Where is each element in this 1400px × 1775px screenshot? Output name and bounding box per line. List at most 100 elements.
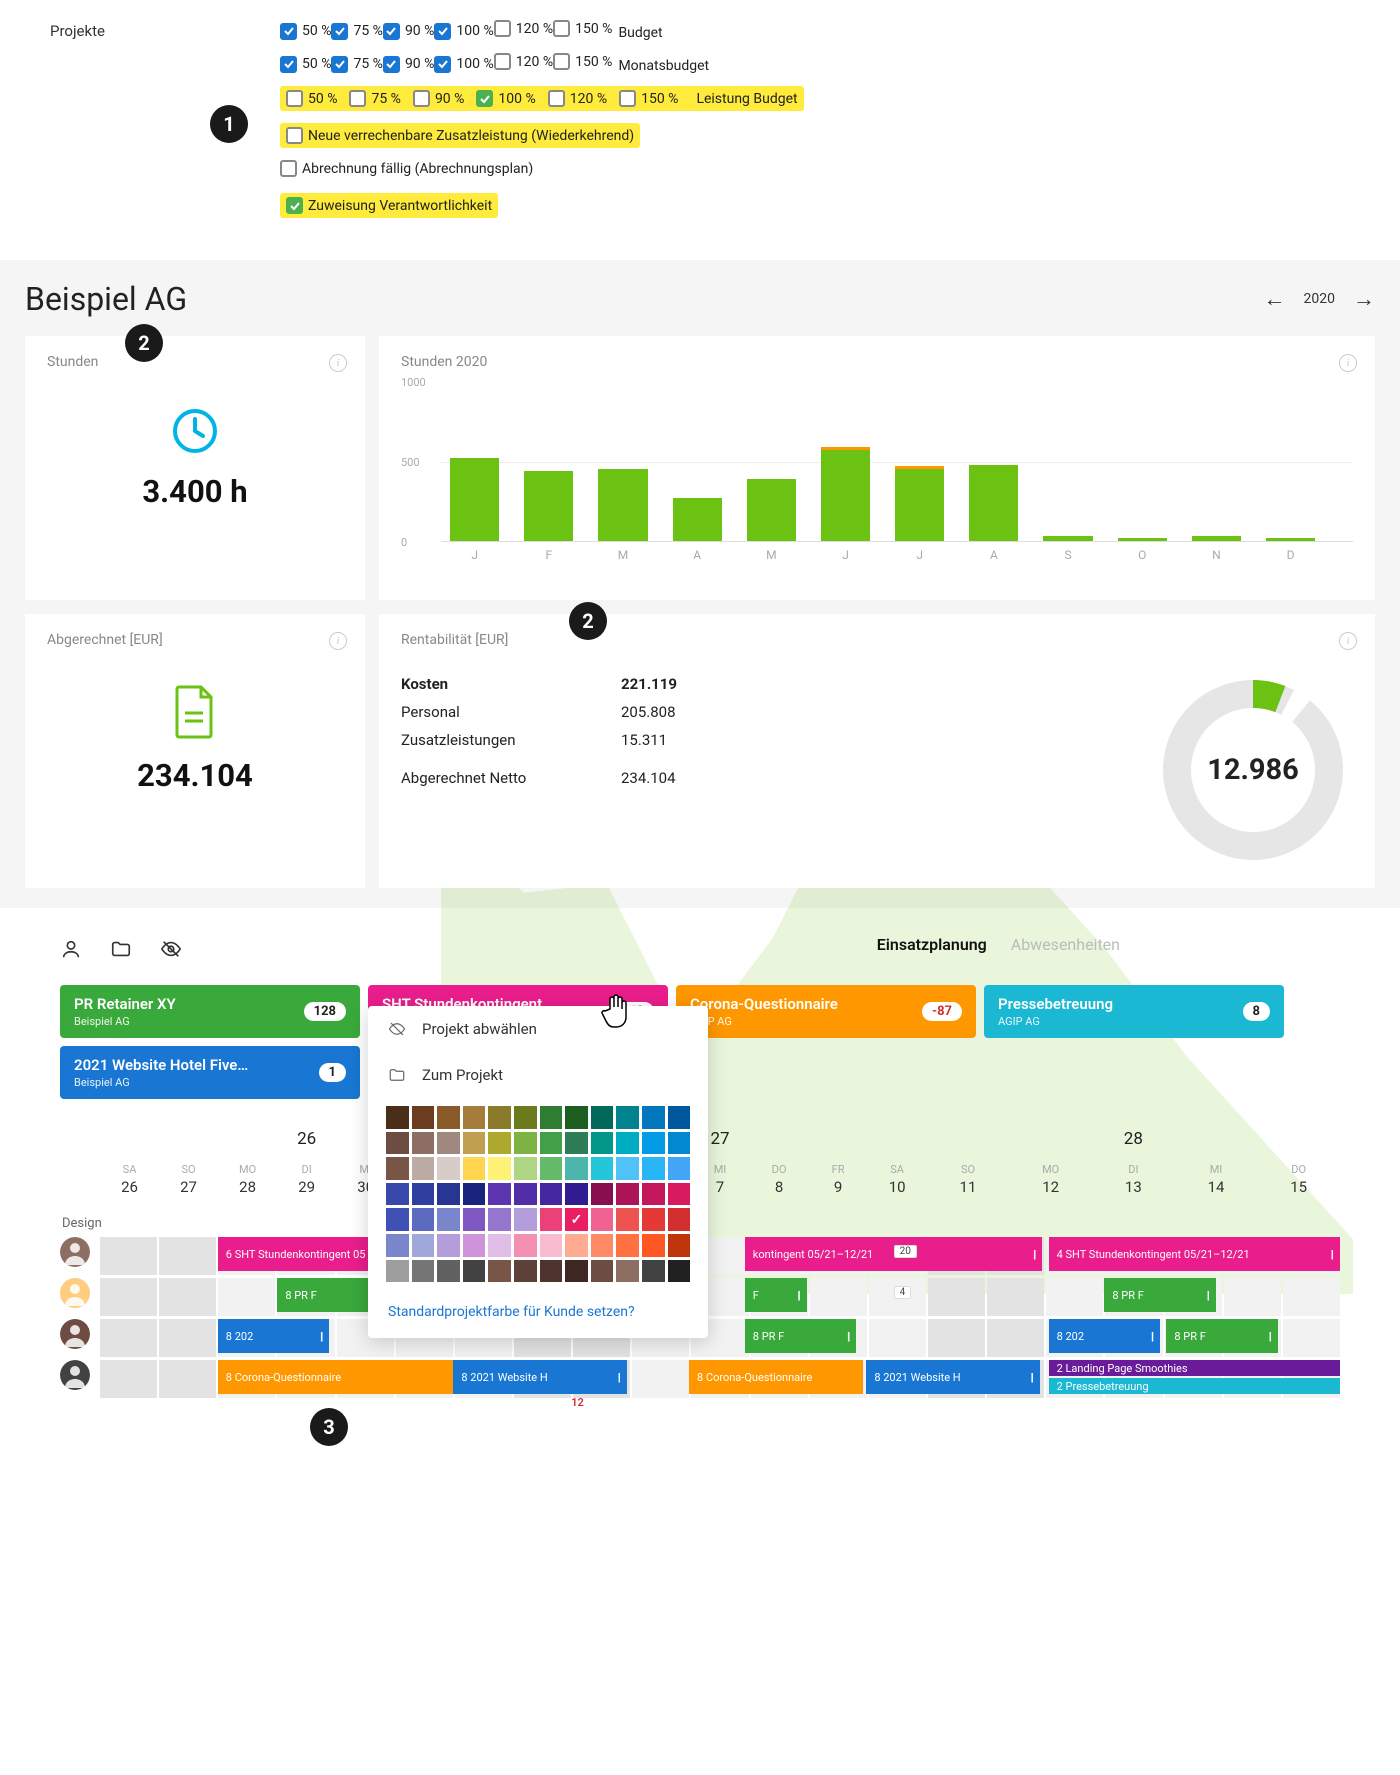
info-icon[interactable]: i — [329, 354, 347, 372]
project-card[interactable]: 2021 Website Hotel Five…Beispiel AG1 — [60, 1046, 360, 1099]
color-swatch[interactable] — [386, 1208, 409, 1231]
color-swatch[interactable] — [514, 1157, 537, 1180]
gantt-block[interactable]: 8 2021 Website H|| — [453, 1360, 627, 1394]
color-swatch[interactable] — [642, 1106, 665, 1129]
color-swatch[interactable] — [642, 1208, 665, 1231]
color-swatch[interactable] — [488, 1234, 511, 1257]
color-swatch[interactable] — [488, 1132, 511, 1155]
ctx-deselect[interactable]: Projekt abwählen — [368, 1006, 708, 1052]
color-swatch[interactable] — [514, 1260, 537, 1283]
color-swatch[interactable] — [591, 1132, 614, 1155]
ctx-default-color-link[interactable]: Standardprojektfarbe für Kunde setzen? — [368, 1290, 708, 1338]
color-swatch[interactable] — [591, 1208, 614, 1231]
color-swatch[interactable] — [437, 1157, 460, 1180]
gantt-block[interactable]: 8 PR F|| — [745, 1319, 857, 1353]
checkbox-100[interactable]: 100 % — [434, 56, 493, 73]
color-swatch[interactable] — [514, 1106, 537, 1129]
gantt-block[interactable]: 8 Corona-Questionnaire — [218, 1360, 454, 1394]
color-swatch[interactable] — [616, 1132, 639, 1155]
color-swatch[interactable] — [591, 1157, 614, 1180]
avatar[interactable] — [60, 1319, 90, 1349]
project-card[interactable]: Corona-QuestionnaireAGIP AG-87 — [676, 985, 976, 1038]
color-swatch[interactable] — [463, 1106, 486, 1129]
info-icon[interactable]: i — [329, 632, 347, 650]
color-swatch[interactable] — [412, 1106, 435, 1129]
checkbox-120[interactable]: 120 % — [494, 53, 553, 70]
ctx-goto[interactable]: Zum Projekt — [368, 1052, 708, 1098]
color-swatch[interactable] — [591, 1183, 614, 1206]
color-swatch[interactable] — [565, 1157, 588, 1180]
color-swatch[interactable] — [412, 1208, 435, 1231]
checkbox-75[interactable]: 75 % — [331, 56, 382, 73]
gantt-block[interactable]: 4 SHT Stundenkontingent 05/21–12/21|| — [1049, 1237, 1340, 1271]
color-swatch[interactable] — [437, 1106, 460, 1129]
gantt-block[interactable]: 8 PR F|| — [1166, 1319, 1278, 1353]
color-swatch[interactable] — [514, 1208, 537, 1231]
checkbox-50[interactable]: 50 % — [280, 23, 331, 40]
color-swatch[interactable] — [463, 1208, 486, 1231]
color-swatch[interactable] — [642, 1157, 665, 1180]
user-icon[interactable] — [60, 938, 82, 960]
checkbox-50[interactable]: 50 % — [286, 90, 337, 107]
color-swatch[interactable] — [386, 1132, 409, 1155]
color-swatch[interactable] — [386, 1183, 409, 1206]
checkbox-150[interactable]: 150 % — [553, 20, 612, 37]
checkbox-90[interactable]: 90 % — [413, 90, 464, 107]
gantt-block[interactable]: F|| — [745, 1278, 807, 1312]
checkbox-option[interactable]: Abrechnung fällig (Abrechnungsplan) — [280, 160, 533, 177]
color-swatch[interactable] — [463, 1234, 486, 1257]
color-swatch[interactable] — [668, 1234, 691, 1257]
color-swatch[interactable] — [616, 1208, 639, 1231]
checkbox-100[interactable]: 100 % — [476, 90, 535, 107]
gantt-block[interactable]: 8 2021 Website H|| — [866, 1360, 1040, 1394]
gantt-block[interactable]: 8 202|| — [1049, 1319, 1161, 1353]
color-swatch[interactable] — [386, 1157, 409, 1180]
color-swatch[interactable] — [642, 1183, 665, 1206]
tab-abwesenheiten[interactable]: Abwesenheiten — [1011, 935, 1120, 954]
color-swatch[interactable] — [591, 1106, 614, 1129]
color-swatch[interactable] — [565, 1106, 588, 1129]
color-swatch[interactable] — [463, 1260, 486, 1283]
color-swatch[interactable] — [668, 1183, 691, 1206]
checkbox-150[interactable]: 150 % — [553, 53, 612, 70]
gantt-block[interactable]: 2 Pressebetreuung — [1049, 1378, 1340, 1394]
color-swatch[interactable] — [668, 1106, 691, 1129]
color-swatch[interactable] — [616, 1260, 639, 1283]
checkbox-option[interactable]: Neue verrechenbare Zusatzleistung (Wiede… — [286, 127, 634, 144]
color-swatch[interactable] — [437, 1183, 460, 1206]
color-swatch[interactable] — [591, 1260, 614, 1283]
checkbox-90[interactable]: 90 % — [383, 23, 434, 40]
color-swatch[interactable] — [591, 1234, 614, 1257]
color-swatch[interactable] — [463, 1157, 486, 1180]
color-swatch[interactable] — [412, 1132, 435, 1155]
color-swatch[interactable] — [488, 1260, 511, 1283]
project-card[interactable]: PressebetreuungAGIP AG8 — [984, 985, 1284, 1038]
year-prev[interactable]: ← — [1264, 286, 1286, 312]
color-swatch[interactable] — [514, 1234, 537, 1257]
color-swatch[interactable] — [412, 1234, 435, 1257]
gantt-block[interactable]: 8 Corona-Questionnaire — [689, 1360, 863, 1394]
color-swatch[interactable] — [668, 1132, 691, 1155]
checkbox-100[interactable]: 100 % — [434, 23, 493, 40]
color-swatch[interactable] — [540, 1260, 563, 1283]
checkbox-50[interactable]: 50 % — [280, 56, 331, 73]
color-swatch[interactable] — [488, 1183, 511, 1206]
checkbox-option[interactable]: Zuweisung Verantwortlichkeit — [286, 197, 492, 214]
color-swatch[interactable] — [412, 1183, 435, 1206]
checkbox-150[interactable]: 150 % — [619, 90, 678, 107]
color-swatch[interactable] — [540, 1234, 563, 1257]
color-swatch[interactable] — [616, 1234, 639, 1257]
color-swatch[interactable] — [565, 1183, 588, 1206]
checkbox-120[interactable]: 120 % — [548, 90, 607, 107]
color-swatch[interactable] — [437, 1234, 460, 1257]
color-swatch[interactable] — [565, 1234, 588, 1257]
color-swatch[interactable] — [437, 1208, 460, 1231]
color-swatch[interactable] — [488, 1208, 511, 1231]
color-swatch[interactable] — [565, 1260, 588, 1283]
color-swatch[interactable] — [488, 1106, 511, 1129]
color-swatch[interactable] — [642, 1132, 665, 1155]
color-swatch[interactable] — [616, 1157, 639, 1180]
info-icon[interactable]: i — [1339, 632, 1357, 650]
color-swatch[interactable] — [668, 1260, 691, 1283]
gantt-block[interactable]: 8 PR F|| — [1104, 1278, 1216, 1312]
